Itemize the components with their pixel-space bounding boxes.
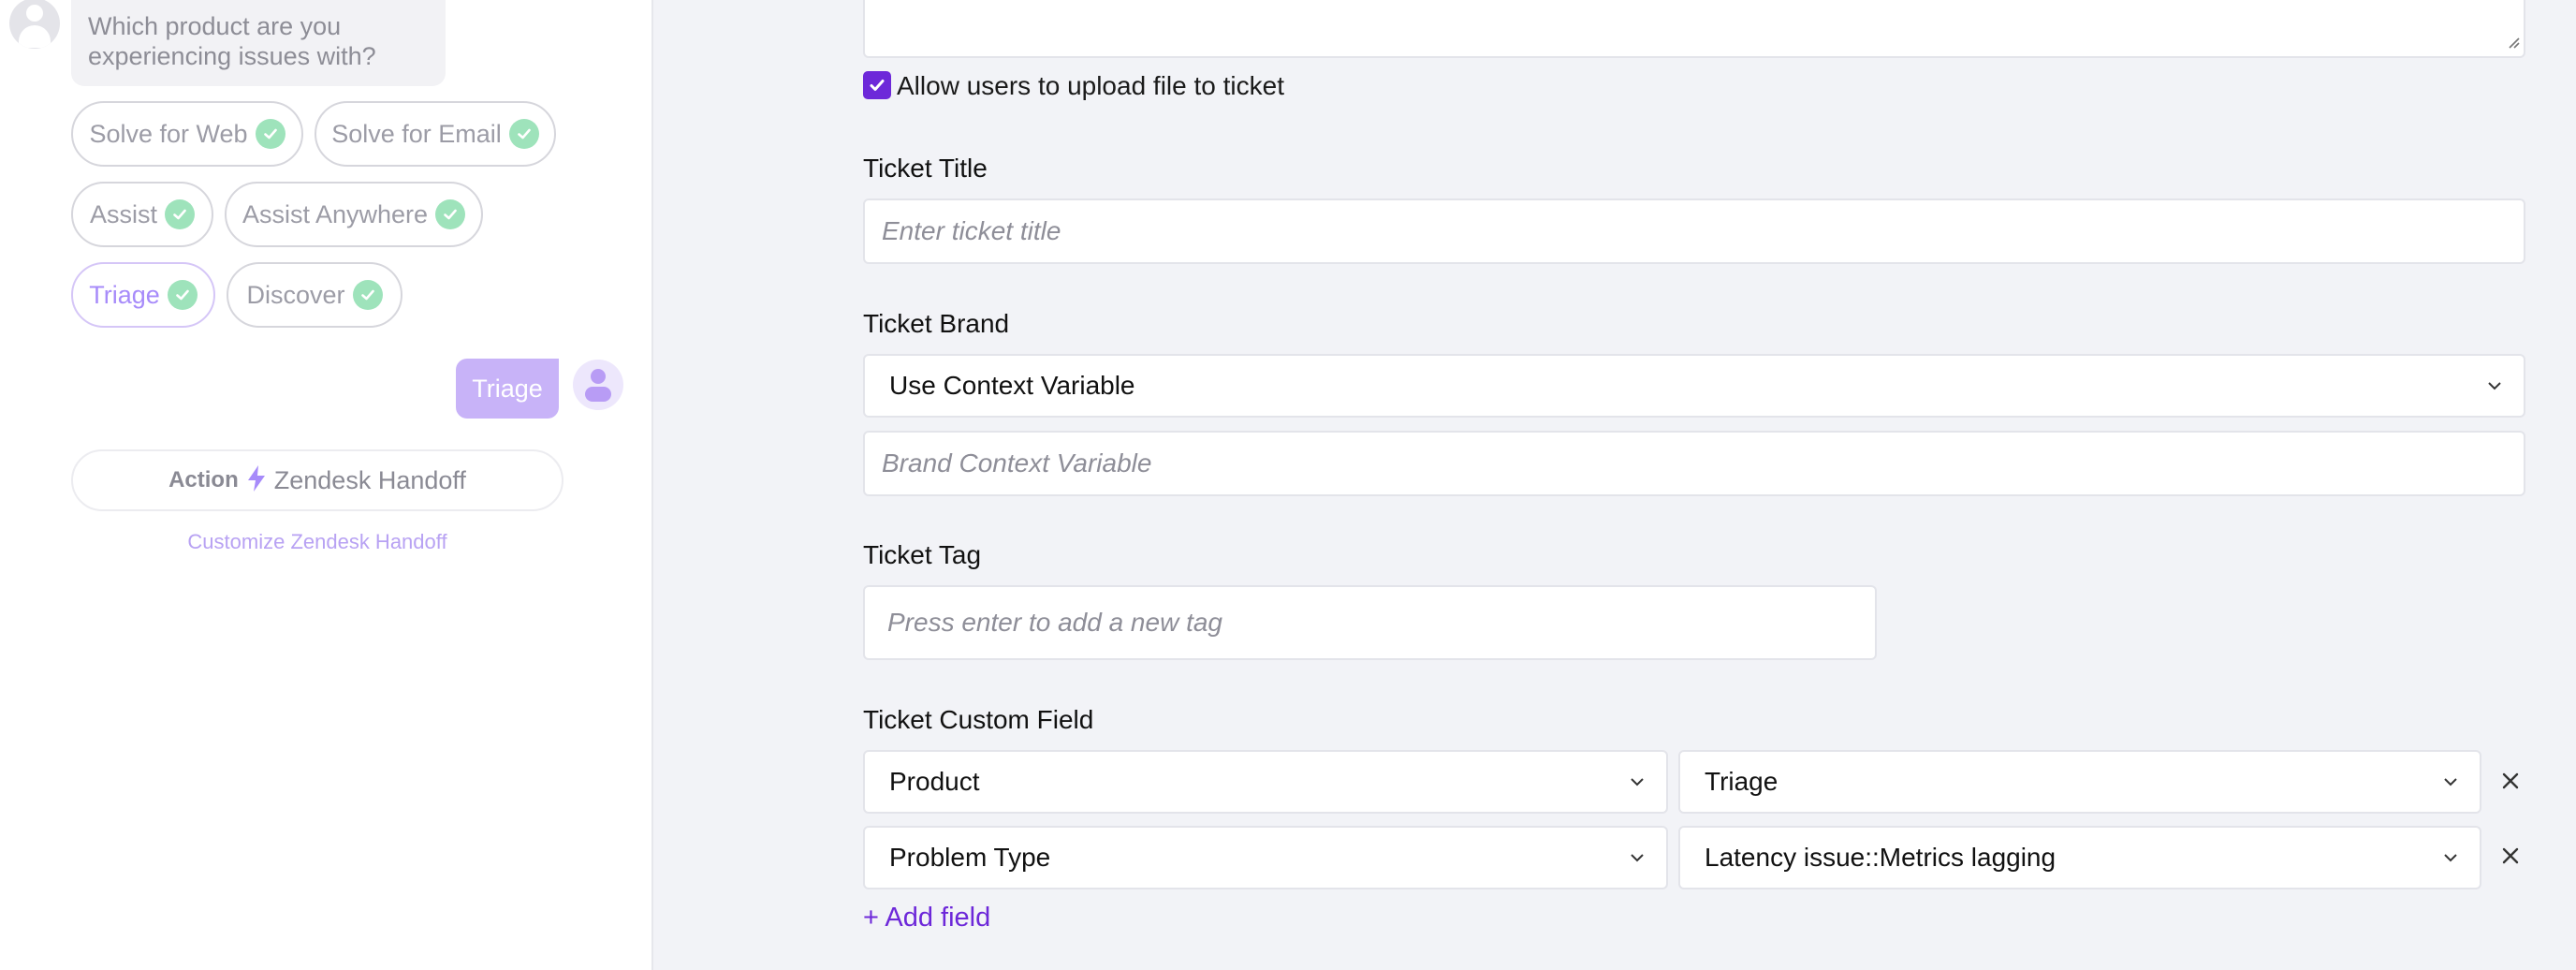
option-label: Triage — [89, 280, 160, 309]
option-chip-discover[interactable]: Discover — [227, 262, 402, 328]
chevron-down-icon — [1629, 850, 1646, 870]
resize-grip-icon[interactable] — [2505, 34, 2520, 53]
chat-preview-panel: Which product are you experiencing issue… — [0, 0, 653, 970]
brand-context-variable-placeholder: Brand Context Variable — [882, 448, 1152, 478]
custom-field-name-select[interactable]: Problem Type — [863, 826, 1668, 889]
chevron-down-icon — [2442, 850, 2459, 870]
ticket-brand-selected: Use Context Variable — [889, 371, 1135, 400]
close-icon — [2502, 772, 2519, 789]
action-label: Action — [168, 467, 239, 492]
custom-field-name-select[interactable]: Product — [863, 750, 1668, 814]
action-name: Zendesk Handoff — [273, 465, 466, 494]
ticket-custom-field-label: Ticket Custom Field — [863, 705, 1094, 734]
option-chip-solve-for-web[interactable]: Solve for Web — [71, 101, 303, 167]
check-circle-icon — [255, 119, 285, 149]
custom-field-value: Latency issue::Metrics lagging — [1705, 843, 2056, 872]
check-circle-icon — [435, 199, 466, 229]
option-label: Discover — [246, 280, 345, 309]
check-circle-icon — [165, 199, 195, 229]
ticket-tag-input[interactable]: Press enter to add a new tag — [863, 585, 1877, 660]
ticket-title-placeholder: Enter ticket title — [882, 216, 1061, 245]
option-label: Assist — [89, 199, 157, 228]
bot-avatar — [9, 0, 60, 49]
option-label: Assist Anywhere — [242, 199, 429, 228]
ticket-tag-label: Ticket Tag — [863, 540, 982, 569]
custom-field-name: Problem Type — [889, 843, 1051, 872]
option-chip-assist-anywhere[interactable]: Assist Anywhere — [225, 182, 483, 247]
add-field-link[interactable]: + Add field — [863, 903, 990, 933]
option-label: Solve for Email — [331, 119, 502, 148]
remove-field-button[interactable] — [2496, 767, 2525, 795]
custom-field-value-select[interactable]: Latency issue::Metrics lagging — [1678, 826, 2481, 889]
option-chip-solve-for-email[interactable]: Solve for Email — [315, 101, 556, 167]
lightning-icon — [246, 464, 267, 497]
option-label: Solve for Web — [89, 119, 248, 148]
chevron-down-icon — [2442, 774, 2459, 794]
ticket-brand-label: Ticket Brand — [863, 309, 1010, 338]
bot-message: Which product are you experiencing issue… — [71, 0, 446, 86]
ticket-tag-placeholder: Press enter to add a new tag — [887, 608, 1222, 637]
option-chip-triage[interactable]: Triage — [71, 262, 215, 328]
ticket-brand-select[interactable]: Use Context Variable — [863, 354, 2525, 418]
brand-context-variable-input[interactable]: Brand Context Variable — [863, 431, 2525, 496]
action-card[interactable]: Action Zendesk Handoff — [71, 449, 564, 511]
option-chip-assist[interactable]: Assist — [71, 182, 213, 247]
customize-zendesk-handoff-link[interactable]: Customize Zendesk Handoff — [71, 530, 564, 554]
upload-file-checkbox[interactable] — [863, 71, 891, 99]
check-circle-icon — [352, 280, 383, 310]
ticket-title-input[interactable]: Enter ticket title — [863, 198, 2525, 264]
remove-field-button[interactable] — [2496, 842, 2525, 870]
user-reply-bubble: Triage — [456, 359, 559, 419]
upload-file-label[interactable]: Allow users to upload file to ticket — [897, 71, 1284, 101]
close-icon — [2502, 847, 2519, 864]
check-circle-icon — [508, 119, 539, 149]
custom-field-value: Triage — [1705, 767, 1778, 796]
ticket-title-label: Ticket Title — [863, 154, 988, 183]
custom-field-value-select[interactable]: Triage — [1678, 750, 2481, 814]
chevron-down-icon — [2486, 378, 2503, 398]
chevron-down-icon — [1629, 774, 1646, 794]
message-textarea[interactable] — [863, 0, 2525, 58]
user-avatar — [573, 360, 623, 410]
check-circle-icon — [167, 280, 198, 310]
custom-field-name: Product — [889, 767, 980, 796]
